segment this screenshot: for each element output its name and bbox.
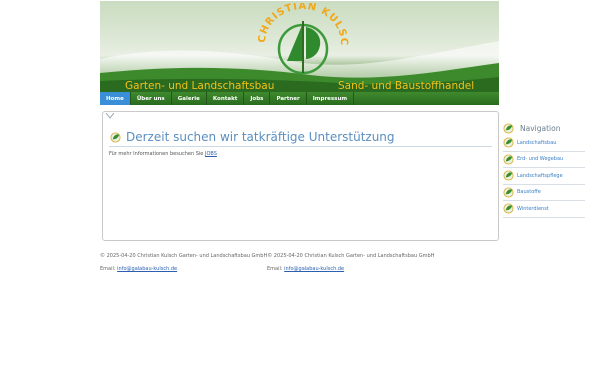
footer-copyright: © 2025-04-20 Christian Kulsch Garten- un… [100,253,435,259]
sidebar-title: Navigation [503,121,585,135]
sidebar-item-label: Erd- und Wegebau [517,156,564,163]
nav-item-galerie[interactable]: Galerie [172,92,207,105]
sidebar-item-baustoffe[interactable]: Baustoffe [503,185,585,201]
company-logo[interactable]: CHRISTIAN KULSCH [252,1,349,81]
leaf-icon [503,187,514,198]
main-content-panel: Derzeit suchen wir tatkräftige Unterstüt… [102,111,499,241]
nav-item-kontakt[interactable]: Kontakt [207,92,245,105]
leaf-icon [503,170,514,181]
site-header: CHRISTIAN KULSCH Garten- und Landschafts… [100,1,499,92]
info-prefix: Für mehr Informationen besuchen Sie [109,151,205,157]
email-link[interactable]: info@galabau-kulsch.de [117,266,177,272]
sidebar-title-text: Navigation [520,123,561,133]
leaf-icon [503,154,514,165]
sidebar-item-erd-und-wegebau[interactable]: Erd- und Wegebau [503,152,585,168]
headline-divider [109,146,492,147]
leaf-icon [503,203,514,214]
jobs-link[interactable]: JOBS [205,151,217,157]
sidebar-item-label: Baustoffe [517,189,541,196]
panel-corner-icon [106,113,114,119]
email-link[interactable]: info@galabau-kulsch.de [284,266,344,272]
sidebar-item-label: Winterdienst [517,205,549,212]
nav-item-impressum[interactable]: Impressum [307,92,355,105]
email-label: Email: [267,266,285,272]
nav-item-jobs[interactable]: Jobs [244,92,271,105]
header-tagline-right: Sand- und Baustoffhandel [338,80,475,92]
sidebar-navigation: Navigation Landschaftsbau Erd- und Wegeb… [503,121,585,218]
page-headline: Derzeit suchen wir tatkräftige Unterstüt… [110,130,395,144]
header-tagline-left: Garten- und Landschaftsbau [125,80,275,92]
sidebar-item-landschaftspflege[interactable]: Landschaftspflege [503,168,585,185]
nav-item-ueber-uns[interactable]: Über uns [131,92,172,105]
sidebar-item-label: Landschaftsbau [517,139,557,146]
leaf-icon [503,137,514,148]
nav-item-home[interactable]: Home [100,92,131,105]
footer-email-left: Email: info@galabau-kulsch.de [100,266,177,272]
leaf-icon [110,131,121,143]
nav-item-partner[interactable]: Partner [270,92,307,105]
footer-email-right: Email: info@galabau-kulsch.de [267,266,344,272]
headline-text: Derzeit suchen wir tatkräftige Unterstüt… [126,130,395,144]
info-text: Für mehr Informationen besuchen Sie JOBS [109,151,217,157]
main-navigation: Home Über uns Galerie Kontakt Jobs Partn… [100,92,499,105]
sidebar-item-label: Landschaftspflege [517,172,563,179]
sidebar-item-winterdienst[interactable]: Winterdienst [503,201,585,218]
sidebar-item-landschaftsbau[interactable]: Landschaftsbau [503,135,585,152]
leaf-icon [503,122,514,134]
email-label: Email: [100,266,118,272]
